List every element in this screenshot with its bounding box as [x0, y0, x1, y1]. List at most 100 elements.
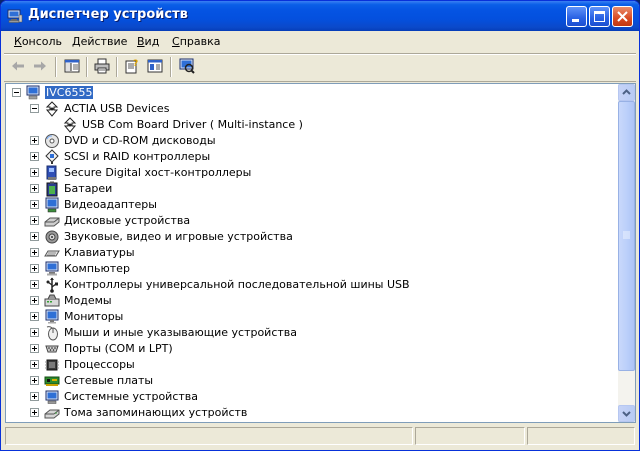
close-icon	[617, 11, 628, 22]
status-bar	[4, 425, 636, 447]
show-hide-tree-icon[interactable]	[64, 58, 80, 74]
expand-toggle[interactable]	[30, 312, 39, 321]
tree-item-disk-drives[interactable]: Дисковые устройства	[6, 213, 606, 229]
menu-help-accel: С	[172, 35, 180, 48]
tree-item-keyboards[interactable]: Клавиатуры	[6, 245, 606, 261]
tree-item-label: Клавиатуры	[64, 246, 135, 259]
maximize-button[interactable]	[589, 6, 610, 27]
close-button[interactable]	[612, 6, 633, 27]
tree-item-mice[interactable]: Мыши и иные указывающие устройства	[6, 325, 606, 341]
tree-item-secure-digital[interactable]: Secure Digital хост-контроллеры	[6, 165, 606, 181]
print-icon[interactable]	[94, 58, 110, 74]
collapse-toggle[interactable]	[12, 88, 21, 97]
forward-arrow-icon[interactable]	[32, 58, 48, 74]
tree-item-computer[interactable]: Компьютер	[6, 261, 606, 277]
expand-toggle[interactable]	[30, 376, 39, 385]
processor-icon	[45, 359, 59, 371]
computer-icon	[26, 85, 40, 100]
tree-item-label: Видеоадаптеры	[64, 198, 157, 211]
menu-action-label: ействие	[80, 35, 128, 48]
expand-toggle[interactable]	[30, 232, 39, 241]
expand-toggle[interactable]	[30, 168, 39, 177]
scroll-down-button[interactable]	[618, 405, 635, 422]
back-arrow-icon[interactable]	[10, 58, 26, 74]
tree-item-usb-com-board-driver[interactable]: USB Com Board Driver ( Multi-instance )	[6, 117, 606, 133]
expand-toggle[interactable]	[30, 184, 39, 193]
minimize-icon	[572, 19, 579, 22]
expand-toggle[interactable]	[30, 360, 39, 369]
storage-volume-icon	[44, 409, 60, 419]
port-icon	[45, 345, 59, 353]
expand-toggle[interactable]	[30, 280, 39, 289]
sd-host-icon	[46, 165, 57, 180]
menu-view[interactable]: Вид	[137, 35, 159, 48]
scan-hardware-icon[interactable]	[179, 58, 195, 74]
vertical-scrollbar[interactable]	[618, 84, 635, 422]
sound-icon	[45, 230, 59, 244]
tree-item-modems[interactable]: Модемы	[6, 293, 606, 309]
svg-text:?: ?	[133, 59, 138, 69]
expand-toggle[interactable]	[30, 408, 39, 417]
expand-toggle[interactable]	[30, 200, 39, 209]
expand-toggle[interactable]	[30, 216, 39, 225]
scroll-thumb[interactable]	[618, 101, 635, 371]
tree-root[interactable]: IVC6555	[6, 85, 606, 101]
chevron-up-icon	[622, 89, 631, 95]
tree-item-label: Звуковые, видео и игровые устройства	[64, 230, 293, 243]
tree-item-label: Порты (COM и LPT)	[64, 342, 173, 355]
tree-item-label: Мыши и иные указывающие устройства	[64, 326, 298, 339]
tree-item-monitors[interactable]: Мониторы	[6, 309, 606, 325]
toolbar: ?	[4, 54, 636, 80]
tree-item-label: Secure Digital хост-контроллеры	[64, 166, 252, 179]
tree-item-actia-usb-devices[interactable]: ACTIA USB Devices	[6, 101, 606, 117]
tree-item-sound-video-game[interactable]: Звуковые, видео и игровые устройства	[6, 229, 606, 245]
tree-item-label: SCSI и RAID контроллеры	[64, 150, 211, 163]
device-tree[interactable]: IVC6555 ACTIA USB Devices USB Com Board D…	[5, 83, 636, 423]
toolbar-separator	[170, 57, 172, 77]
expand-toggle[interactable]	[30, 296, 39, 305]
minimize-button[interactable]	[566, 6, 587, 27]
menu-console-accel: К	[14, 35, 22, 48]
menu-help[interactable]: Справка	[172, 35, 220, 48]
status-cell-2	[415, 427, 525, 445]
menu-action[interactable]: Действие	[72, 35, 127, 48]
title-bar[interactable]: Диспетчер устройств	[1, 1, 639, 31]
expand-toggle[interactable]	[30, 392, 39, 401]
tree-item-processors[interactable]: Процессоры	[6, 357, 606, 373]
tree-item-label: Дисковые устройства	[64, 214, 191, 227]
modem-icon	[44, 294, 60, 307]
status-cell-main	[5, 427, 413, 445]
tree-item-label: Мониторы	[64, 310, 124, 323]
expand-toggle[interactable]	[30, 152, 39, 161]
tree-item-system-devices[interactable]: Системные устройства	[6, 389, 606, 405]
tree-item-usb-controllers[interactable]: Контроллеры универсальной последовательн…	[6, 277, 606, 293]
tree-item-network-adapters[interactable]: Сетевые платы	[6, 373, 606, 389]
expand-toggle[interactable]	[30, 136, 39, 145]
display-adapter-icon	[45, 197, 59, 213]
tree-item-label: Компьютер	[64, 262, 130, 275]
properties-icon[interactable]: ?	[124, 58, 140, 74]
mouse-icon	[46, 326, 58, 341]
tree-root-label: IVC6555	[45, 86, 94, 99]
tree-item-dvd-cdrom[interactable]: DVD и CD-ROM дисководы	[6, 133, 606, 149]
tree-item-batteries[interactable]: Батареи	[6, 181, 606, 197]
tree-item-storage-volumes[interactable]: Тома запоминающих устройств	[6, 405, 606, 421]
scroll-up-button[interactable]	[618, 84, 635, 101]
menu-bar: Консоль Действие Вид Справка	[4, 31, 636, 53]
chevron-down-icon	[622, 411, 631, 417]
tree-item-label: Системные устройства	[64, 390, 198, 403]
expand-toggle[interactable]	[30, 344, 39, 353]
tree-item-display-adapters[interactable]: Видеоадаптеры	[6, 197, 606, 213]
help-icon[interactable]	[147, 58, 163, 74]
menu-console[interactable]: Консоль	[14, 35, 62, 48]
tree-item-ports[interactable]: Порты (COM и LPT)	[6, 341, 606, 357]
expand-toggle[interactable]	[30, 264, 39, 273]
cdrom-icon	[45, 134, 59, 148]
tree-item-label: ACTIA USB Devices	[64, 102, 170, 115]
tree-item-label: Процессоры	[64, 358, 135, 371]
expand-toggle[interactable]	[30, 248, 39, 257]
collapse-toggle[interactable]	[30, 104, 39, 113]
tree-item-scsi-raid[interactable]: SCSI и RAID контроллеры	[6, 149, 606, 165]
expand-toggle[interactable]	[30, 328, 39, 337]
maximize-icon	[594, 11, 605, 22]
